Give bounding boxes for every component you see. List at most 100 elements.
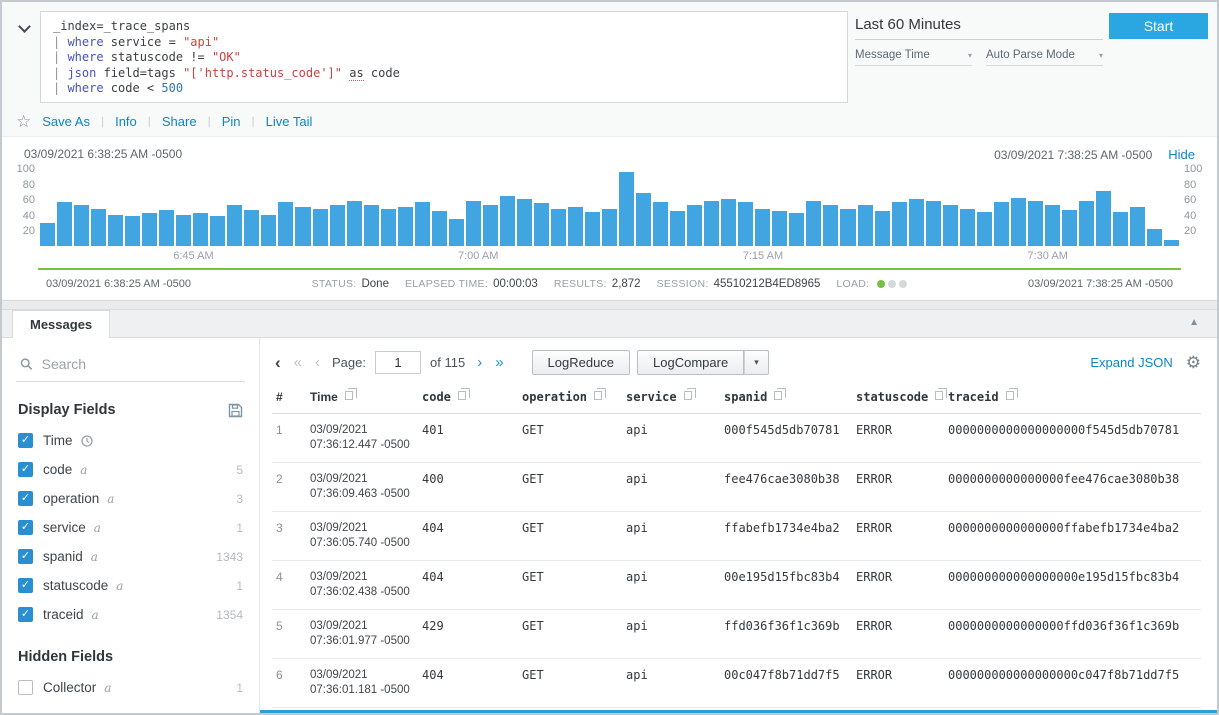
histogram-bar[interactable] bbox=[1147, 229, 1162, 246]
copy-column-icon[interactable] bbox=[345, 391, 353, 400]
histogram-bar[interactable] bbox=[517, 199, 532, 246]
histogram-bar[interactable] bbox=[381, 209, 396, 246]
field-item-spanid[interactable]: ✓spanida1343 bbox=[16, 542, 245, 571]
histogram-bar[interactable] bbox=[91, 209, 106, 246]
histogram-bar[interactable] bbox=[398, 207, 413, 246]
histogram-bar[interactable] bbox=[159, 210, 174, 246]
prev-page-icon[interactable]: ‹ bbox=[312, 355, 323, 370]
field-item-traceid[interactable]: ✓traceida1354 bbox=[16, 600, 245, 629]
histogram-bar[interactable] bbox=[125, 216, 140, 246]
histogram-bar[interactable] bbox=[347, 201, 362, 246]
field-checkbox[interactable]: ✓ bbox=[18, 607, 33, 622]
histogram-bar[interactable] bbox=[500, 196, 515, 246]
histogram-bar[interactable] bbox=[364, 205, 379, 246]
logcompare-button[interactable]: LogCompare bbox=[637, 350, 744, 375]
field-item-time[interactable]: ✓Time bbox=[16, 426, 245, 455]
field-checkbox[interactable]: ✓ bbox=[18, 520, 33, 535]
start-button[interactable]: Start bbox=[1109, 13, 1208, 39]
histogram-bar[interactable] bbox=[57, 202, 72, 246]
histogram-bar[interactable] bbox=[977, 212, 992, 246]
histogram-bar[interactable] bbox=[789, 213, 804, 246]
page-input[interactable] bbox=[375, 351, 421, 374]
parse-mode-select[interactable]: Auto Parse Mode ▾ bbox=[986, 49, 1103, 66]
favorite-star-icon[interactable]: ☆ bbox=[16, 113, 31, 130]
link-live-tail[interactable]: Live Tail bbox=[266, 114, 313, 129]
table-row[interactable]: 303/09/202107:36:05.740 -0500404GETapiff… bbox=[272, 512, 1201, 561]
histogram-bar[interactable] bbox=[313, 209, 328, 246]
bottom-scroll-indicator[interactable] bbox=[260, 710, 1217, 713]
time-range-selector[interactable]: Last 60 Minutes bbox=[855, 16, 1103, 40]
histogram-bar[interactable] bbox=[806, 201, 821, 246]
column-header-service[interactable]: service bbox=[622, 384, 720, 414]
link-info[interactable]: Info bbox=[115, 114, 137, 129]
copy-column-icon[interactable] bbox=[458, 391, 466, 400]
histogram-bar[interactable] bbox=[602, 209, 617, 246]
histogram-bar[interactable] bbox=[483, 205, 498, 246]
histogram-bar[interactable] bbox=[721, 199, 736, 246]
collapse-sidebar-icon[interactable]: ‹ bbox=[272, 354, 284, 371]
histogram-bar[interactable] bbox=[823, 205, 838, 246]
field-item-service[interactable]: ✓servicea1 bbox=[16, 513, 245, 542]
query-collapse-chevron-icon[interactable] bbox=[18, 20, 31, 33]
histogram-bar[interactable] bbox=[755, 209, 770, 246]
field-item-code[interactable]: ✓codea5 bbox=[16, 455, 245, 484]
histogram-bar[interactable] bbox=[1045, 205, 1060, 246]
histogram-bar[interactable] bbox=[960, 209, 975, 246]
histogram-bar[interactable] bbox=[636, 193, 651, 246]
tab-messages[interactable]: Messages bbox=[12, 310, 110, 338]
link-share[interactable]: Share bbox=[162, 114, 197, 129]
copy-column-icon[interactable] bbox=[935, 391, 943, 400]
histogram-bar[interactable] bbox=[1028, 201, 1043, 246]
histogram-bar[interactable] bbox=[210, 216, 225, 246]
histogram-bar[interactable] bbox=[108, 215, 123, 246]
histogram-bar[interactable] bbox=[551, 209, 566, 246]
histogram-bar[interactable] bbox=[1079, 201, 1094, 246]
table-row[interactable]: 203/09/202107:36:09.463 -0500400GETapife… bbox=[272, 463, 1201, 512]
logcompare-dropdown-icon[interactable]: ▾ bbox=[744, 350, 769, 375]
link-save-as[interactable]: Save As bbox=[42, 114, 90, 129]
field-search-box[interactable] bbox=[16, 350, 245, 382]
histogram-bar[interactable] bbox=[926, 201, 941, 246]
histogram-bar[interactable] bbox=[738, 202, 753, 246]
copy-column-icon[interactable] bbox=[774, 391, 782, 400]
histogram-bar[interactable] bbox=[840, 209, 855, 246]
histogram-bar[interactable] bbox=[670, 211, 685, 246]
search-input[interactable] bbox=[42, 356, 243, 372]
histogram-bar[interactable] bbox=[568, 207, 583, 246]
message-time-select[interactable]: Message Time ▾ bbox=[855, 49, 972, 66]
table-row[interactable]: 403/09/202107:36:02.438 -0500404GETapi00… bbox=[272, 561, 1201, 610]
histogram-bar[interactable] bbox=[704, 201, 719, 246]
table-row[interactable]: 603/09/202107:36:01.181 -0500404GETapi00… bbox=[272, 659, 1201, 708]
column-header-operation[interactable]: operation bbox=[518, 384, 622, 414]
save-fields-icon[interactable] bbox=[228, 403, 243, 418]
histogram-bar[interactable] bbox=[278, 202, 293, 246]
histogram-bar[interactable] bbox=[994, 202, 1009, 246]
histogram-bar[interactable] bbox=[909, 199, 924, 246]
field-checkbox[interactable]: ✓ bbox=[18, 549, 33, 564]
histogram-bar[interactable] bbox=[1011, 198, 1026, 246]
collapse-panel-icon[interactable]: ▲ bbox=[1189, 317, 1199, 328]
expand-json-link[interactable]: Expand JSON bbox=[1090, 355, 1172, 370]
field-checkbox[interactable] bbox=[18, 680, 33, 695]
histogram-bar[interactable] bbox=[176, 215, 191, 246]
histogram-bar[interactable] bbox=[585, 212, 600, 246]
histogram-bar[interactable] bbox=[432, 211, 447, 246]
histogram-bar[interactable] bbox=[142, 213, 157, 246]
field-checkbox[interactable]: ✓ bbox=[18, 433, 33, 448]
column-header-spanid[interactable]: spanid bbox=[720, 384, 852, 414]
first-page-icon[interactable]: « bbox=[291, 355, 305, 370]
next-page-icon[interactable]: › bbox=[474, 355, 485, 370]
histogram-bar[interactable] bbox=[295, 207, 310, 246]
histogram-bar[interactable] bbox=[193, 213, 208, 246]
last-page-icon[interactable]: » bbox=[492, 355, 506, 370]
histogram-bar[interactable] bbox=[619, 172, 634, 246]
field-item-statuscode[interactable]: ✓statuscodea1 bbox=[16, 571, 245, 600]
logreduce-button[interactable]: LogReduce bbox=[532, 350, 631, 375]
field-item-collector[interactable]: Collectora1 bbox=[16, 673, 245, 702]
histogram-bar[interactable] bbox=[1130, 207, 1145, 246]
histogram-bar[interactable] bbox=[449, 219, 464, 246]
histogram-bar[interactable] bbox=[74, 205, 89, 246]
copy-column-icon[interactable] bbox=[1006, 391, 1014, 400]
field-checkbox[interactable]: ✓ bbox=[18, 578, 33, 593]
histogram-bar[interactable] bbox=[653, 202, 668, 246]
